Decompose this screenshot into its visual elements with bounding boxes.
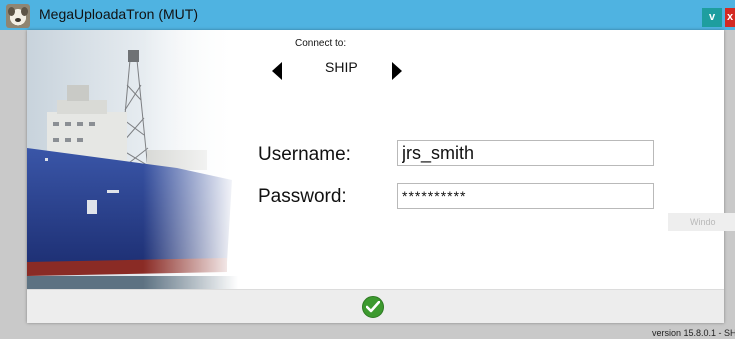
title-bar[interactable]: MegaUploadaTron (MUT) v x: [0, 0, 735, 30]
close-button[interactable]: x: [725, 8, 735, 27]
version-text: version 15.8.0.1 - SHI: [652, 328, 735, 338]
button-bar: [27, 289, 724, 323]
login-dialog: Connect to: SHIP Username: Password:: [27, 30, 724, 323]
minimize-button[interactable]: v: [702, 8, 722, 27]
triangle-left-icon[interactable]: [272, 62, 282, 80]
password-label: Password:: [258, 186, 347, 207]
green-check-icon: [366, 301, 380, 313]
triangle-right-icon[interactable]: [392, 62, 402, 80]
ok-button[interactable]: [362, 296, 384, 318]
password-field[interactable]: [397, 183, 654, 209]
username-label: Username:: [258, 144, 351, 165]
server-name: SHIP: [325, 59, 358, 75]
background-watermark: Windo: [668, 213, 735, 231]
username-field[interactable]: [397, 140, 654, 166]
ship-photo: [27, 30, 238, 289]
dog-face-icon: [6, 4, 30, 28]
window-title: MegaUploadaTron (MUT): [39, 6, 198, 22]
connect-to-label: Connect to:: [295, 38, 347, 49]
